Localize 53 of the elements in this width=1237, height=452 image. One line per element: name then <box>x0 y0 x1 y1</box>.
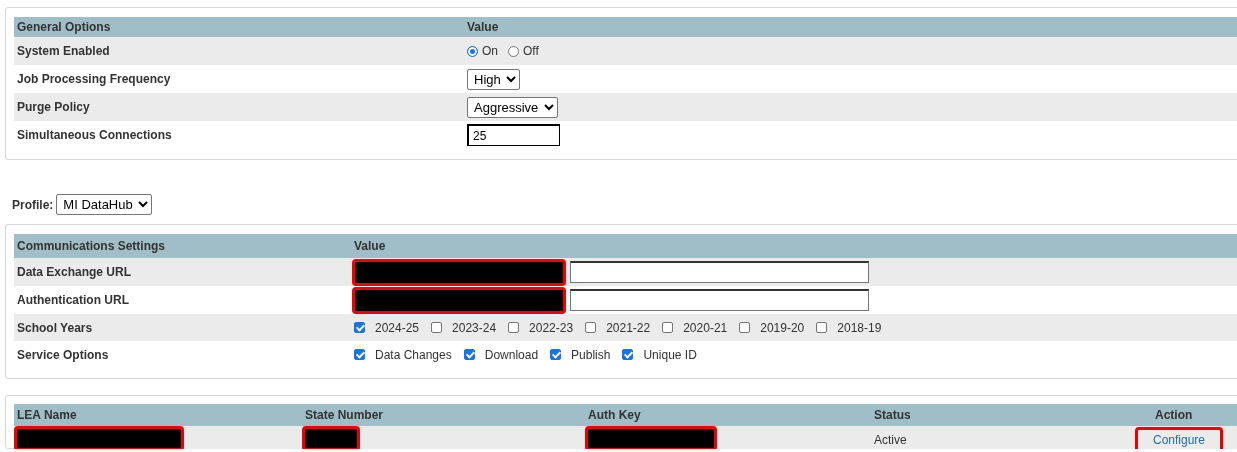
checkbox[interactable] <box>463 349 475 360</box>
setting-label: Data Exchange URL <box>16 265 133 279</box>
checkbox-label: 2023-24 <box>452 320 497 335</box>
column-header: General Options <box>16 20 112 34</box>
checkbox-label: 2022-23 <box>529 320 574 335</box>
dropdown[interactable]: High <box>467 68 520 90</box>
checkbox[interactable] <box>354 322 365 333</box>
checkbox-label: Publish <box>571 347 611 362</box>
radio-button[interactable] <box>508 45 519 57</box>
radio-label: Off <box>523 44 539 58</box>
checkbox-label: 2024-25 <box>375 320 420 335</box>
column-header: Status <box>873 408 912 422</box>
checkbox[interactable] <box>622 349 634 360</box>
column-header: LEA Name <box>16 408 78 422</box>
setting-label: Authentication URL <box>16 293 130 307</box>
column-header: Auth Key <box>587 408 642 422</box>
checkbox[interactable] <box>585 322 597 333</box>
status-text: Active <box>874 433 907 447</box>
profile-dropdown[interactable]: MI DataHub <box>56 194 153 215</box>
setting-label: System Enabled <box>16 44 111 58</box>
column-header: Communications Settings <box>16 239 166 253</box>
checkbox[interactable] <box>662 322 674 333</box>
input-field[interactable]: 25 <box>467 124 560 146</box>
radio-button[interactable] <box>467 45 478 57</box>
column-header: Action <box>1154 408 1194 422</box>
redaction-mark <box>302 426 360 449</box>
dropdown[interactable]: Aggressive <box>467 96 558 118</box>
checkbox-label: 2020-21 <box>683 320 728 335</box>
checkbox[interactable] <box>431 322 443 333</box>
checkbox-label: Unique ID <box>643 347 697 362</box>
checkbox[interactable] <box>739 322 751 333</box>
checkbox[interactable] <box>816 322 828 333</box>
checkbox[interactable] <box>508 322 520 333</box>
configure-link[interactable]: Configure <box>1153 433 1206 447</box>
checkbox-label: 2019-20 <box>760 320 805 335</box>
setting-label: Purge Policy <box>16 100 91 114</box>
checkbox-label: 2018-19 <box>837 320 882 335</box>
setting-label: Job Processing Frequency <box>16 72 172 86</box>
checkbox-label: 2021-22 <box>606 320 651 335</box>
url-field[interactable] <box>570 261 869 283</box>
setting-label: Service Options <box>16 347 110 362</box>
checkbox-label: Download <box>484 347 539 362</box>
checkbox[interactable] <box>550 349 562 360</box>
column-header: State Number <box>304 408 385 422</box>
radio-label: On <box>482 44 498 58</box>
column-header: Value <box>466 20 500 34</box>
checkbox-label: Data Changes <box>375 347 452 362</box>
setting-label: School Years <box>16 320 94 335</box>
setting-label: Simultaneous Connections <box>16 128 173 142</box>
url-field[interactable] <box>570 289 869 311</box>
column-header: Value <box>353 239 387 253</box>
profile-label: Profile: <box>12 197 54 212</box>
checkbox[interactable] <box>354 349 365 360</box>
